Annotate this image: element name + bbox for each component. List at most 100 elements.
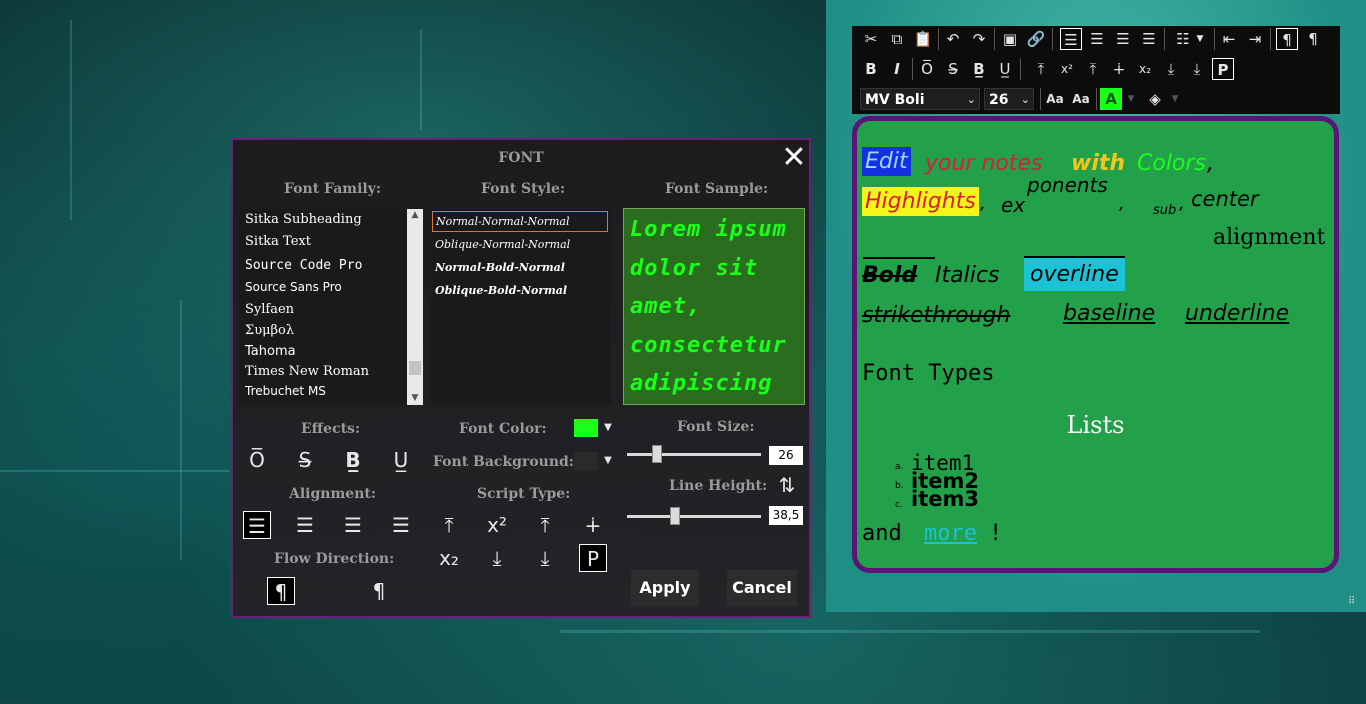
redo-icon[interactable]: ↷ — [968, 28, 990, 50]
ponents-superscript: ponents — [1027, 173, 1108, 197]
ltr-paragraph-icon[interactable]: ¶ — [267, 577, 295, 605]
text-bottom-icon[interactable]: ⤓ — [483, 544, 511, 572]
align-left-icon[interactable]: ☰ — [1060, 28, 1082, 50]
font-family-list[interactable]: Sitka Subheading Sitka Text Source Code … — [239, 209, 423, 405]
font-family-option[interactable]: Trebuchet MS — [245, 384, 326, 398]
font-background-dropdown-icon[interactable]: ▼ — [602, 451, 614, 471]
font-style-option-selected[interactable]: Normal-Normal-Normal — [432, 211, 608, 232]
overline-icon[interactable]: O̅ — [916, 58, 938, 80]
overline-icon[interactable]: O̅ — [243, 446, 271, 474]
scroll-down-icon[interactable]: ▼ — [407, 392, 423, 404]
bold-icon[interactable]: B — [860, 58, 882, 80]
strikethrough-icon[interactable]: S̶ — [291, 446, 319, 474]
font-size-select[interactable]: 26 ⌄ — [984, 88, 1034, 110]
superscript-icon[interactable]: x² — [483, 511, 511, 539]
bottom-align-icon[interactable]: ⤓ — [531, 544, 559, 572]
cut-icon[interactable]: ✂ — [860, 28, 882, 50]
rtl-paragraph-icon[interactable]: ¶ — [365, 577, 393, 605]
scroll-up-icon[interactable]: ▲ — [407, 209, 423, 221]
fill-bucket-icon[interactable]: ◈ — [1144, 88, 1166, 110]
font-style-option[interactable]: Oblique-Bold-Normal — [435, 284, 567, 297]
underline-icon[interactable]: U̲ — [387, 446, 415, 474]
colors-text: Colors — [1137, 151, 1206, 176]
font-background-swatch[interactable] — [574, 452, 598, 470]
underline-icon[interactable]: U̲ — [994, 58, 1016, 80]
link-icon[interactable]: 🔗 — [1025, 28, 1047, 50]
superscript-icon[interactable]: x² — [1056, 58, 1078, 80]
line-height-input[interactable]: 38,5 — [769, 506, 803, 525]
bottom-align-icon[interactable]: ⤓ — [1186, 58, 1208, 80]
apply-button[interactable]: Apply — [631, 570, 699, 606]
outdent-icon[interactable]: ⇤ — [1218, 28, 1240, 50]
middle-align-icon[interactable]: ∔ — [579, 511, 607, 539]
rtl-paragraph-icon[interactable]: ¶ — [1302, 28, 1324, 50]
font-color-dropdown-icon[interactable]: ▼ — [602, 418, 614, 438]
align-center-icon[interactable]: ☰ — [1086, 28, 1108, 50]
font-family-option[interactable]: Times New Roman — [245, 364, 369, 379]
top-align-icon[interactable]: ⤒ — [435, 511, 463, 539]
text-top-icon[interactable]: ⤒ — [1082, 58, 1104, 80]
font-color-icon[interactable]: A — [1100, 88, 1122, 110]
font-style-option[interactable]: Oblique-Normal-Normal — [435, 238, 570, 251]
bold-underline-icon[interactable]: B̲ — [339, 446, 367, 474]
ltr-paragraph-icon[interactable]: ¶ — [1276, 28, 1298, 50]
resize-grip-icon[interactable]: ⠿ — [1348, 596, 1355, 607]
bold-underline-icon[interactable]: B̲ — [968, 58, 990, 80]
bulleted-list-icon[interactable]: ☷ — [1172, 28, 1194, 50]
align-right-icon[interactable]: ☰ — [1112, 28, 1134, 50]
font-style-option[interactable]: Normal-Bold-Normal — [435, 261, 565, 274]
baseline-p-icon[interactable]: P — [1212, 58, 1234, 80]
line-height-slider-knob[interactable] — [670, 507, 681, 525]
font-color-swatch[interactable] — [574, 419, 598, 437]
indent-icon[interactable]: ⇥ — [1244, 28, 1266, 50]
subscript-icon[interactable]: x₂ — [1134, 58, 1156, 80]
font-style-label: Font Style: — [481, 181, 566, 197]
font-family-option[interactable]: Source Code Pro — [245, 258, 362, 273]
italic-icon[interactable]: I — [886, 58, 908, 80]
scrollbar-thumb[interactable] — [409, 361, 421, 375]
top-align-icon[interactable]: ⤒ — [1030, 58, 1052, 80]
text-bottom-icon[interactable]: ⤓ — [1160, 58, 1182, 80]
center-text: center — [1191, 187, 1259, 211]
font-size-input[interactable]: 26 — [769, 446, 803, 465]
line-height-icon[interactable]: ⇅ — [773, 471, 801, 499]
font-family-option[interactable]: Συμβολ — [245, 323, 294, 338]
font-color-label: Font Color: — [459, 421, 547, 437]
undo-icon[interactable]: ↶ — [942, 28, 964, 50]
align-justify-icon[interactable]: ☰ — [1138, 28, 1160, 50]
font-family-option[interactable]: Sitka Text — [245, 234, 311, 249]
middle-align-icon[interactable]: ∔ — [1108, 58, 1130, 80]
font-family-option[interactable]: Tahoma — [245, 344, 296, 359]
effects-label: Effects: — [301, 421, 361, 437]
close-icon[interactable]: ✕ — [779, 143, 809, 174]
decrease-font-icon[interactable]: Aa — [1070, 88, 1092, 110]
align-right-icon[interactable]: ☰ — [339, 511, 367, 539]
strikethrough-icon[interactable]: S̶ — [942, 58, 964, 80]
baseline-p-icon[interactable]: P — [579, 544, 607, 572]
font-size-slider[interactable] — [627, 445, 761, 463]
paste-icon[interactable]: 📋 — [912, 28, 934, 50]
list-dropdown-icon[interactable]: ▼ — [1194, 28, 1206, 50]
align-left-icon[interactable]: ☰ — [243, 511, 271, 539]
font-style-list[interactable]: Normal-Normal-Normal Oblique-Normal-Norm… — [431, 209, 611, 405]
note-editor[interactable]: Edit your notes with Colors , Highlights… — [852, 116, 1339, 573]
fill-dropdown-icon[interactable]: ▼ — [1168, 88, 1182, 110]
font-size-slider-knob[interactable] — [651, 445, 662, 463]
subscript-icon[interactable]: x₂ — [435, 544, 463, 572]
font-family-option[interactable]: Sylfaen — [245, 302, 294, 317]
comma-text: , — [1207, 151, 1214, 176]
font-family-option[interactable]: Source Sans Pro — [245, 280, 342, 294]
line-height-slider[interactable] — [627, 507, 761, 525]
font-name-select[interactable]: MV Boli ⌄ — [860, 88, 980, 110]
cancel-button[interactable]: Cancel — [727, 570, 797, 606]
align-center-icon[interactable]: ☰ — [291, 511, 319, 539]
image-icon[interactable]: ▣ — [999, 28, 1021, 50]
more-link[interactable]: more — [924, 521, 977, 546]
text-top-icon[interactable]: ⤒ — [531, 511, 559, 539]
increase-font-icon[interactable]: Aa — [1044, 88, 1066, 110]
font-family-option[interactable]: Sitka Subheading — [245, 212, 362, 227]
font-color-dropdown-icon[interactable]: ▼ — [1124, 88, 1138, 110]
align-justify-icon[interactable]: ☰ — [387, 511, 415, 539]
copy-icon[interactable]: ⧉ — [886, 28, 908, 50]
font-family-scrollbar[interactable]: ▲ ▼ — [407, 209, 423, 405]
